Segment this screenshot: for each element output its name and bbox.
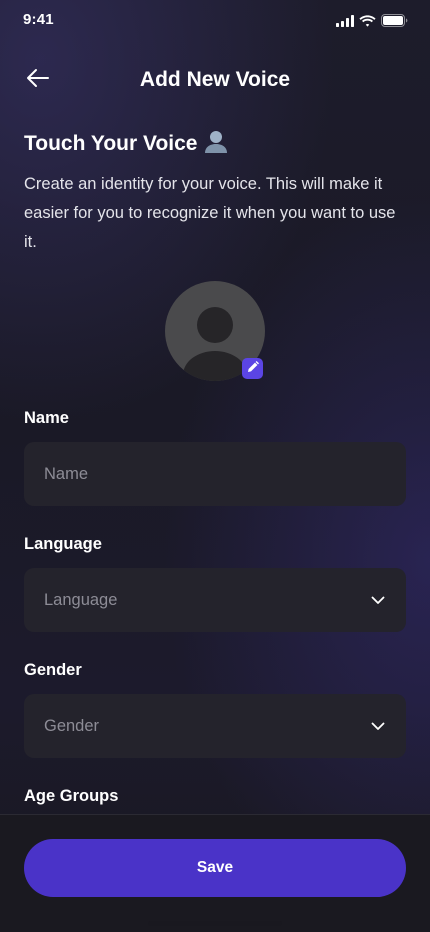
chevron-down-icon (370, 592, 386, 608)
page-title: Add New Voice (139, 68, 291, 91)
status-time: 9:41 (23, 11, 54, 28)
intro-description: Create an identity for your voice. This … (24, 175, 396, 251)
chevron-down-icon (370, 718, 386, 734)
home-indicator (148, 921, 282, 926)
bottom-action-bar: Save (0, 814, 430, 932)
edit-avatar-button[interactable] (242, 358, 263, 379)
age-groups-label: Age Groups (24, 787, 119, 805)
gender-select[interactable]: Gender (24, 694, 406, 758)
language-select[interactable]: Language (24, 568, 406, 632)
language-select-placeholder: Language (44, 590, 118, 609)
gender-label: Gender (24, 661, 82, 679)
pencil-icon (247, 360, 259, 378)
battery-icon (381, 14, 408, 32)
gender-select-placeholder: Gender (44, 716, 100, 735)
wifi-icon (359, 14, 376, 32)
status-bar: 9:41 (0, 0, 430, 44)
status-icons (336, 14, 408, 32)
add-new-voice-screen: 9:41 Add New Voice Touch Your Voice Crea… (0, 0, 430, 932)
cellular-signal-icon (336, 14, 354, 32)
name-field-container (24, 442, 406, 506)
person-silhouette-icon (203, 128, 229, 160)
section-title-text: Touch Your Voice (24, 132, 198, 155)
name-input[interactable] (44, 464, 386, 484)
language-label: Language (24, 535, 102, 553)
header: Add New Voice (0, 58, 430, 102)
name-label: Name (24, 409, 69, 427)
save-button[interactable]: Save (24, 839, 406, 897)
section-title: Touch Your Voice (24, 128, 229, 160)
